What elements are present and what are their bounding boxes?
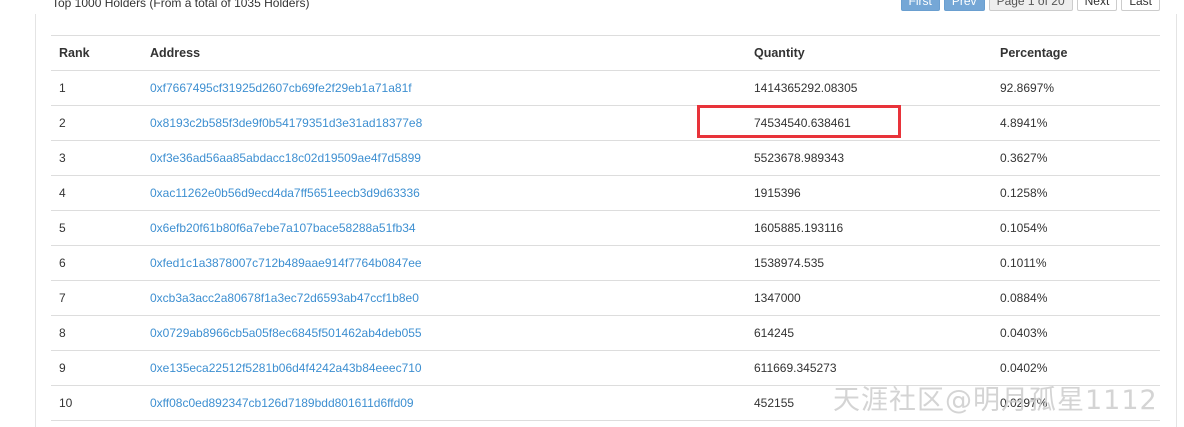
last-page-button[interactable]: Last (1121, 0, 1160, 11)
table-row: 3 0xf3e36ad56aa85abdacc18c02d19509ae4f7d… (51, 140, 1160, 176)
quantity-cell: 1538974.535 (746, 245, 992, 281)
prev-page-button[interactable]: Prev (943, 0, 985, 11)
percentage-header: Percentage (992, 35, 1160, 71)
rank-cell: 5 (51, 210, 142, 246)
quantity-cell: 452155 (746, 385, 992, 421)
percentage-cell: 0.3627% (992, 140, 1160, 176)
address-link[interactable]: 0x0729ab8966cb5a05f8ec6845f501462ab4deb0… (150, 326, 422, 340)
percentage-cell: 4.8941% (992, 105, 1160, 141)
address-link[interactable]: 0xf7667495cf31925d2607cb69fe2f29eb1a71a8… (150, 81, 412, 95)
quantity-cell: 5523678.989343 (746, 140, 992, 176)
holders-summary: Top 1000 Holders (From a total of 1035 H… (52, 0, 310, 10)
address-link[interactable]: 0xe135eca22512f5281b06d4f4242a43b84eeec7… (150, 361, 422, 375)
quantity-cell: 74534540.638461 (746, 105, 992, 141)
address-cell: 0xf3e36ad56aa85abdacc18c02d19509ae4f7d58… (142, 140, 746, 176)
table-row: 1 0xf7667495cf31925d2607cb69fe2f29eb1a71… (51, 70, 1160, 106)
address-link[interactable]: 0x6efb20f61b80f6a7ebe7a107bace58288a51fb… (150, 221, 416, 235)
address-cell: 0x8193c2b585f3de9f0b54179351d3e31ad18377… (142, 105, 746, 141)
percentage-cell: 0.1258% (992, 175, 1160, 211)
address-link[interactable]: 0x8193c2b585f3de9f0b54179351d3e31ad18377… (150, 116, 422, 130)
table-row: 2 0x8193c2b585f3de9f0b54179351d3e31ad183… (51, 105, 1160, 141)
quantity-cell: 1605885.193116 (746, 210, 992, 246)
address-cell: 0x0729ab8966cb5a05f8ec6845f501462ab4deb0… (142, 315, 746, 351)
percentage-cell: 0.0403% (992, 315, 1160, 351)
percentage-cell: 0.0402% (992, 350, 1160, 386)
rank-cell: 2 (51, 105, 142, 141)
quantity-header: Quantity (746, 35, 992, 71)
address-link[interactable]: 0xf3e36ad56aa85abdacc18c02d19509ae4f7d58… (150, 151, 421, 165)
address-link[interactable]: 0xcb3a3acc2a80678f1a3ec72d6593ab47ccf1b8… (150, 291, 419, 305)
table-row: 8 0x0729ab8966cb5a05f8ec6845f501462ab4de… (51, 315, 1160, 351)
rank-cell: 4 (51, 175, 142, 211)
address-cell: 0xcb3a3acc2a80678f1a3ec72d6593ab47ccf1b8… (142, 280, 746, 316)
address-cell: 0xe135eca22512f5281b06d4f4242a43b84eeec7… (142, 350, 746, 386)
rank-cell: 8 (51, 315, 142, 351)
rank-cell: 7 (51, 280, 142, 316)
quantity-cell: 614245 (746, 315, 992, 351)
address-header: Address (142, 35, 746, 71)
rank-cell: 3 (51, 140, 142, 176)
address-link[interactable]: 0xff08c0ed892347cb126d7189bdd801611d6ffd… (150, 396, 414, 410)
address-link[interactable]: 0xfed1c1a3878007c712b489aae914f7764b0847… (150, 256, 422, 270)
quantity-cell: 1347000 (746, 280, 992, 316)
address-cell: 0x6efb20f61b80f6a7ebe7a107bace58288a51fb… (142, 210, 746, 246)
first-page-button[interactable]: First (900, 0, 940, 11)
percentage-cell: 0.1011% (992, 245, 1160, 281)
table-header-row: Rank Address Quantity Percentage (51, 35, 1160, 71)
percentage-cell: 92.8697% (992, 70, 1160, 106)
address-link[interactable]: 0xac11262e0b56d9ecd4da7ff5651eecb3d9d633… (150, 186, 420, 200)
pagination: First Prev Page 1 of 20 Next Last (900, 0, 1160, 11)
holders-table: Rank Address Quantity Percentage 1 0xf76… (51, 35, 1160, 421)
percentage-cell: 0.0884% (992, 280, 1160, 316)
rank-cell: 1 (51, 70, 142, 106)
address-cell: 0xfed1c1a3878007c712b489aae914f7764b0847… (142, 245, 746, 281)
quantity-cell: 1414365292.08305 (746, 70, 992, 106)
table-row: 7 0xcb3a3acc2a80678f1a3ec72d6593ab47ccf1… (51, 280, 1160, 316)
percentage-cell: 0.0297% (992, 385, 1160, 421)
rank-header: Rank (51, 35, 142, 71)
percentage-cell: 0.1054% (992, 210, 1160, 246)
rank-cell: 9 (51, 350, 142, 386)
table-row: 5 0x6efb20f61b80f6a7ebe7a107bace58288a51… (51, 210, 1160, 246)
address-cell: 0xff08c0ed892347cb126d7189bdd801611d6ffd… (142, 385, 746, 421)
table-row: 6 0xfed1c1a3878007c712b489aae914f7764b08… (51, 245, 1160, 281)
rank-cell: 6 (51, 245, 142, 281)
table-row: 10 0xff08c0ed892347cb126d7189bdd801611d6… (51, 385, 1160, 421)
address-cell: 0xf7667495cf31925d2607cb69fe2f29eb1a71a8… (142, 70, 746, 106)
table-row: 4 0xac11262e0b56d9ecd4da7ff5651eecb3d9d6… (51, 175, 1160, 211)
quantity-cell: 1915396 (746, 175, 992, 211)
rank-cell: 10 (51, 385, 142, 421)
quantity-cell: 611669.345273 (746, 350, 992, 386)
table-row: 9 0xe135eca22512f5281b06d4f4242a43b84eee… (51, 350, 1160, 386)
page-indicator: Page 1 of 20 (988, 0, 1073, 11)
holders-page: Top 1000 Holders (From a total of 1035 H… (0, 0, 1184, 427)
address-cell: 0xac11262e0b56d9ecd4da7ff5651eecb3d9d633… (142, 175, 746, 211)
next-page-button[interactable]: Next (1076, 0, 1118, 11)
